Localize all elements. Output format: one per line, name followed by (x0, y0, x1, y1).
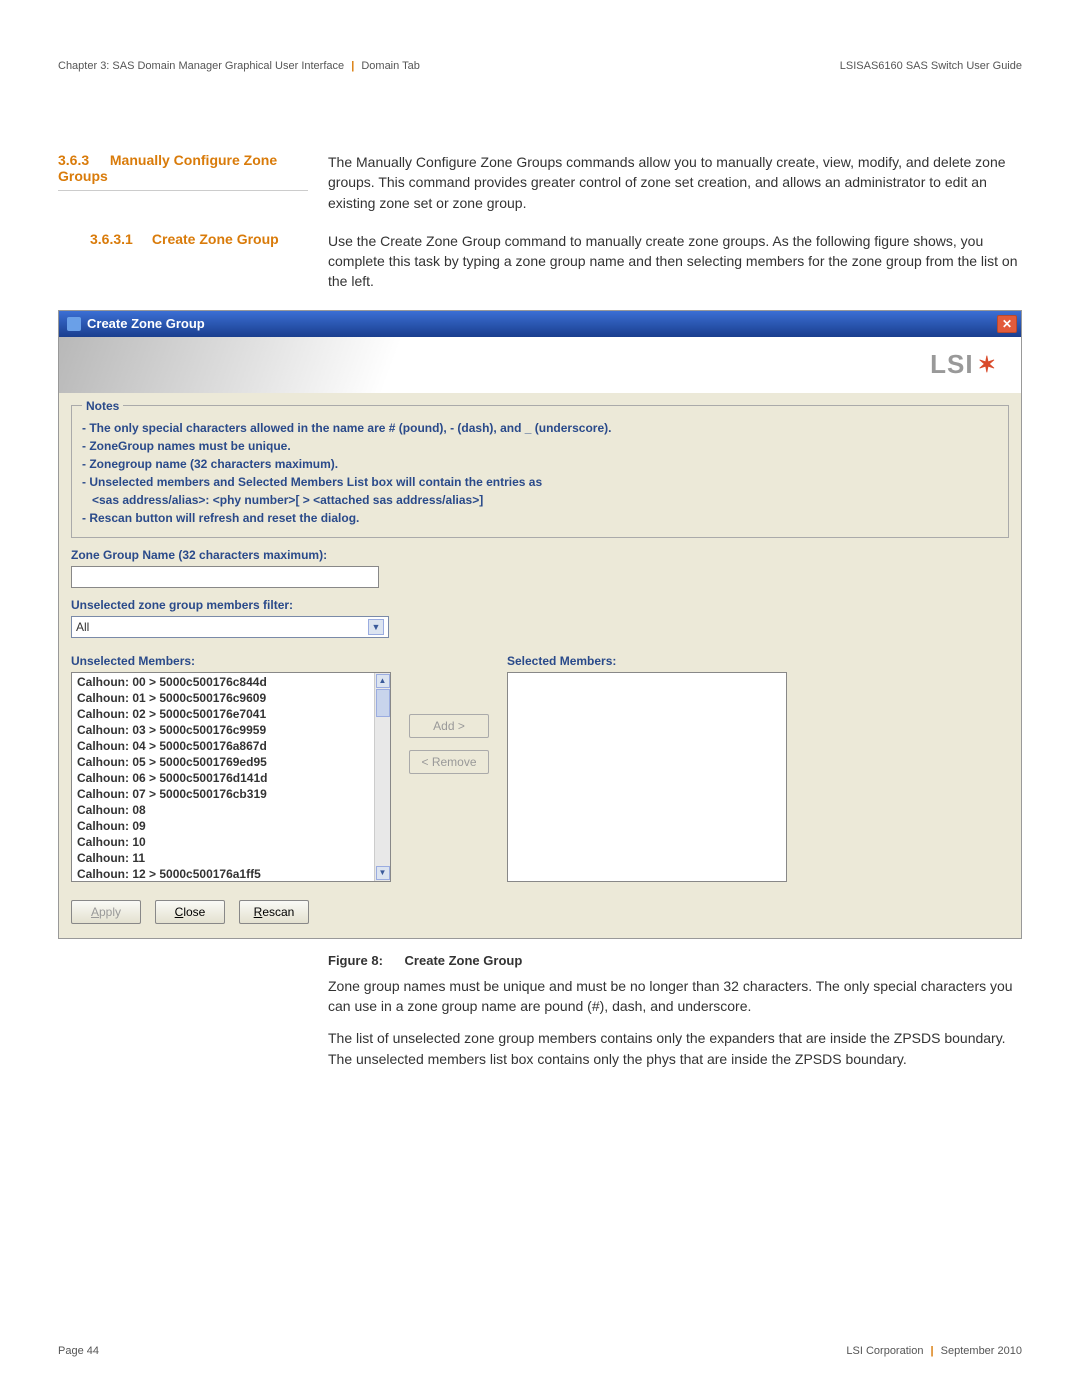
scroll-up-icon[interactable]: ▲ (376, 674, 390, 688)
close-button[interactable]: Close (155, 900, 225, 924)
chevron-down-icon[interactable]: ▼ (368, 619, 384, 635)
add-button[interactable]: Add > (409, 714, 489, 738)
filter-label: Unselected zone group members filter: (71, 598, 1009, 612)
footer-date: September 2010 (941, 1345, 1022, 1357)
list-item[interactable]: Calhoun: 12 > 5000c500176a1ff5 (73, 866, 373, 881)
subsection-title: Create Zone Group (152, 231, 279, 247)
star-icon: ✶ (978, 352, 997, 378)
note-line: - Unselected members and Selected Member… (82, 473, 998, 491)
header-chapter: Chapter 3: SAS Domain Manager Graphical … (58, 60, 344, 72)
section-body: The Manually Configure Zone Groups comma… (328, 152, 1022, 213)
remove-button[interactable]: < Remove (409, 750, 489, 774)
note-line: - Rescan button will refresh and reset t… (82, 509, 998, 527)
filter-select[interactable]: All ▼ (71, 616, 389, 638)
subsection-number: 3.6.3.1 (90, 231, 148, 247)
list-item[interactable]: Calhoun: 02 > 5000c500176e7041 (73, 706, 373, 722)
selected-members-listbox[interactable] (507, 672, 787, 882)
filter-value: All (76, 620, 89, 634)
apply-button[interactable]: Apply (71, 900, 141, 924)
list-item[interactable]: Calhoun: 09 (73, 818, 373, 834)
list-item[interactable]: Calhoun: 06 > 5000c500176d141d (73, 770, 373, 786)
subsection-body: Use the Create Zone Group command to man… (328, 231, 1022, 292)
divider-icon: | (931, 1345, 934, 1357)
body-paragraph: The list of unselected zone group member… (58, 1028, 1022, 1069)
note-line: - Zonegroup name (32 characters maximum)… (82, 455, 998, 473)
notes-fieldset: Notes - The only special characters allo… (71, 399, 1009, 538)
scrollbar[interactable]: ▲ ▼ (374, 673, 390, 881)
note-line: - ZoneGroup names must be unique. (82, 437, 998, 455)
note-line: <sas address/alias>: <phy number>[ > <at… (82, 491, 998, 509)
list-item[interactable]: Calhoun: 00 > 5000c500176c844d (73, 674, 373, 690)
figure-title: Create Zone Group (405, 953, 523, 968)
app-icon (67, 317, 81, 331)
dialog-title: Create Zone Group (87, 316, 205, 331)
scroll-thumb[interactable] (376, 689, 390, 717)
close-icon[interactable]: ✕ (997, 315, 1017, 333)
scroll-down-icon[interactable]: ▼ (376, 866, 390, 880)
logo: LSI ✶ (930, 349, 997, 380)
body-paragraph: Zone group names must be unique and must… (58, 976, 1022, 1017)
divider-icon: | (351, 60, 354, 72)
header-tab: Domain Tab (361, 60, 420, 72)
list-item[interactable]: Calhoun: 05 > 5000c5001769ed95 (73, 754, 373, 770)
footer-corp: LSI Corporation (846, 1345, 923, 1357)
header-guide: LSISAS6160 SAS Switch User Guide (840, 60, 1022, 72)
notes-legend: Notes (82, 399, 123, 413)
titlebar[interactable]: Create Zone Group ✕ (59, 311, 1021, 337)
figure-caption: Figure 8: Create Zone Group (58, 953, 1022, 968)
zone-group-name-label: Zone Group Name (32 characters maximum): (71, 548, 1009, 562)
list-item[interactable]: Calhoun: 11 (73, 850, 373, 866)
section-number: 3.6.3 (58, 152, 106, 168)
list-item[interactable]: Calhoun: 04 > 5000c500176a867d (73, 738, 373, 754)
unselected-members-listbox[interactable]: Calhoun: 00 > 5000c500176c844d Calhoun: … (71, 672, 391, 882)
selected-members-label: Selected Members: (507, 654, 787, 668)
list-item[interactable]: Calhoun: 03 > 5000c500176c9959 (73, 722, 373, 738)
banner: LSI ✶ (59, 337, 1021, 393)
list-item[interactable]: Calhoun: 01 > 5000c500176c9609 (73, 690, 373, 706)
note-line: - The only special characters allowed in… (82, 419, 998, 437)
page-header: Chapter 3: SAS Domain Manager Graphical … (58, 60, 1022, 72)
page-footer: Page 44 LSI Corporation | September 2010 (58, 1345, 1022, 1357)
figure-number: Figure 8: (328, 953, 383, 968)
page-number: Page 44 (58, 1345, 99, 1357)
zone-group-name-input[interactable] (71, 566, 379, 588)
create-zone-group-dialog: Create Zone Group ✕ LSI ✶ Notes - The on… (58, 310, 1022, 939)
list-item[interactable]: Calhoun: 10 (73, 834, 373, 850)
list-item[interactable]: Calhoun: 07 > 5000c500176cb319 (73, 786, 373, 802)
rescan-button[interactable]: Rescan (239, 900, 309, 924)
unselected-members-label: Unselected Members: (71, 654, 391, 668)
list-item[interactable]: Calhoun: 08 (73, 802, 373, 818)
